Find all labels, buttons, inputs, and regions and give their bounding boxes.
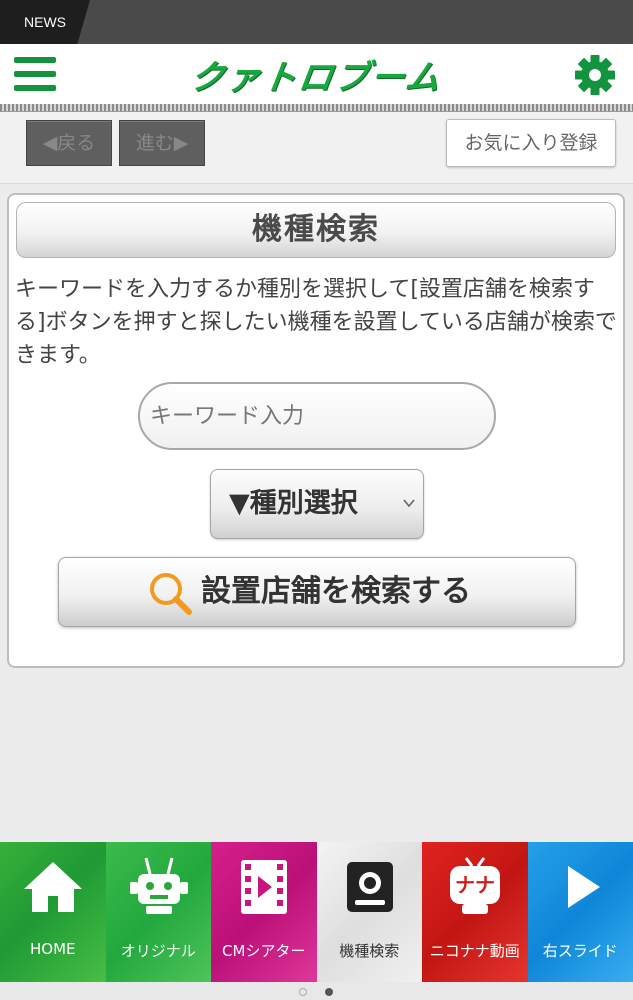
- page-indicator: [0, 982, 633, 1000]
- search-stores-button[interactable]: 設置店舗を検索する: [58, 557, 576, 627]
- type-select-dropdown[interactable]: ▼種別選択: [210, 469, 424, 539]
- search-stores-button-label: 設置店舗を検索する: [201, 574, 471, 609]
- magnifier-icon: [150, 573, 192, 615]
- keyword-search-input[interactable]: [138, 382, 496, 450]
- tv-mascot-icon: ナナ: [450, 857, 500, 914]
- tab-niconana-video[interactable]: ナナ ニコナナ動画: [422, 842, 528, 982]
- tab-right-slide[interactable]: 右スライド: [527, 842, 633, 982]
- film-play-icon: [241, 860, 287, 914]
- forward-button[interactable]: 進む▶: [119, 120, 205, 166]
- tab-cm-theater[interactable]: CMシアター: [211, 842, 317, 982]
- tab-label: オリジナル: [120, 942, 196, 960]
- page-title: 機種検索: [16, 202, 616, 258]
- header-divider: [0, 104, 633, 112]
- home-icon: [24, 862, 82, 912]
- hamburger-menu-icon[interactable]: [14, 57, 56, 91]
- news-bar: NEWS: [0, 0, 633, 44]
- tab-home[interactable]: HOME: [0, 842, 106, 982]
- tab-label: 右スライド: [542, 942, 618, 960]
- app-logo[interactable]: クァトロブーム: [147, 50, 487, 98]
- slot-machine-icon: [346, 862, 393, 912]
- add-favorite-button[interactable]: お気に入り登録: [446, 119, 616, 167]
- tab-label: ニコナナ動画: [429, 942, 520, 960]
- chevron-down-icon: [403, 499, 415, 508]
- type-select-label: ▼種別選択: [229, 488, 358, 519]
- robot-icon: [129, 857, 188, 914]
- tab-original[interactable]: オリジナル: [105, 842, 211, 982]
- bottom-tab-bar: HOME オリジナル CMシアター 機種検索 ナナ ニコナナ動画 右スライド: [0, 842, 633, 982]
- tab-label: 機種検索: [339, 942, 400, 960]
- svg-text:ナナ: ナナ: [455, 873, 495, 897]
- browser-nav-row: ◀戻る 進む▶ お気に入り登録: [0, 112, 633, 184]
- page-dot-1[interactable]: [299, 988, 307, 996]
- play-arrow-icon: [567, 866, 600, 908]
- search-description: キーワードを入力するか種別を選択して[設置店舗を検索する]ボタンを押すと探したい…: [15, 277, 617, 368]
- gear-icon[interactable]: [574, 54, 616, 96]
- news-tab[interactable]: NEWS: [0, 0, 90, 44]
- app-header: クァトロブーム: [0, 44, 633, 104]
- tab-label: CMシアター: [222, 942, 306, 960]
- tab-label: HOME: [29, 940, 76, 958]
- page-dot-2-active[interactable]: [325, 988, 333, 996]
- tab-model-search[interactable]: 機種検索: [316, 842, 422, 982]
- model-search-panel: 機種検索 キーワードを入力するか種別を選択して[設置店舗を検索する]ボタンを押す…: [7, 193, 625, 668]
- back-button[interactable]: ◀戻る: [26, 120, 112, 166]
